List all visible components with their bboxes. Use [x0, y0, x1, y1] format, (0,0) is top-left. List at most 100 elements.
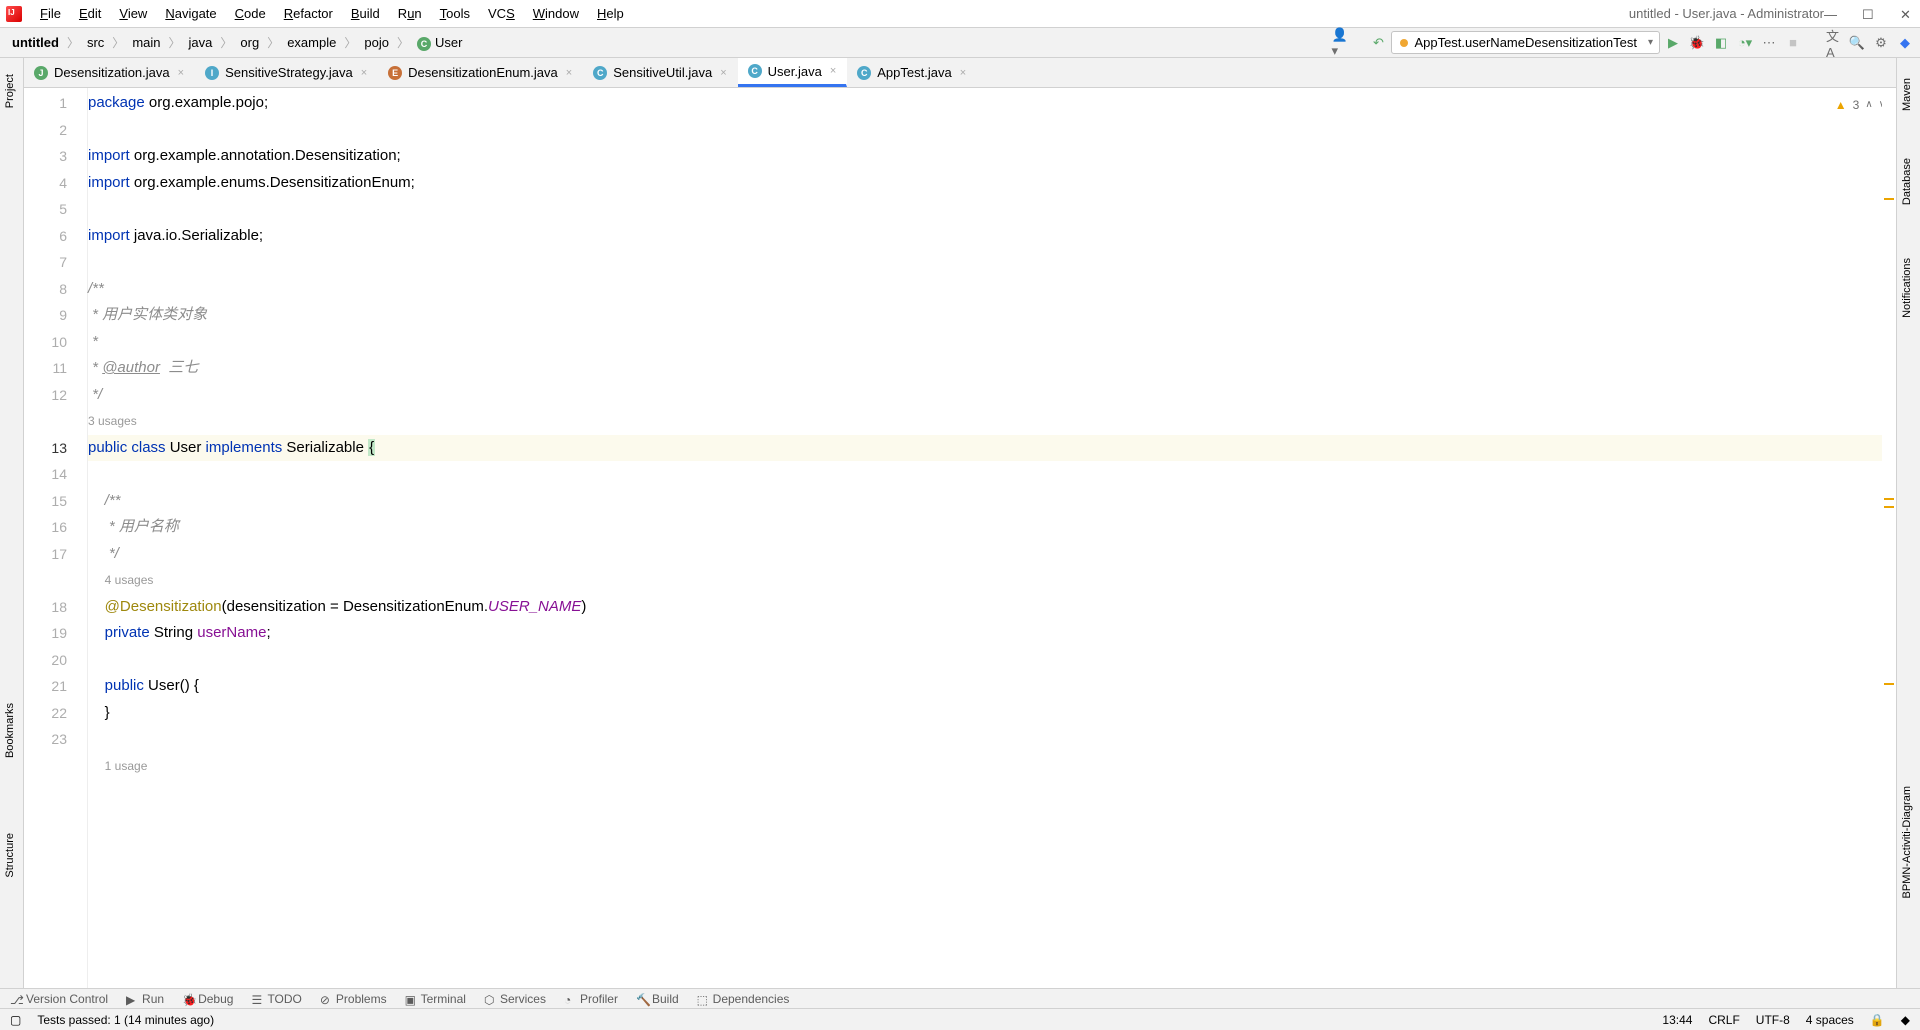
crumb-org[interactable]: org [236, 33, 263, 52]
tool-build[interactable]: 🔨Build [636, 992, 679, 1006]
tool-terminal[interactable]: ▣Terminal [405, 992, 466, 1006]
coverage-icon[interactable]: ◧ [1714, 36, 1728, 50]
code-line[interactable]: private String userName; [88, 620, 1896, 647]
line-number[interactable]: 18 [24, 594, 87, 621]
menu-navigate[interactable]: Navigate [157, 3, 224, 24]
menu-edit[interactable]: Edit [71, 3, 109, 24]
code-line[interactable] [88, 461, 1896, 488]
line-number[interactable]: 23 [24, 726, 87, 753]
tab-desensitizationenum[interactable]: E DesensitizationEnum.java × [378, 58, 583, 87]
editor[interactable]: 1 2 3 4 5 6 7 8 9 10 11 12 13 14 15 16 1… [24, 88, 1896, 988]
code-line[interactable]: public User() { [88, 673, 1896, 700]
debug-icon[interactable]: 🐞 [1690, 36, 1704, 50]
warning-mark[interactable] [1884, 198, 1894, 200]
line-number[interactable] [24, 753, 87, 780]
close-icon[interactable]: × [178, 67, 184, 79]
code-area[interactable]: ▲ 3 ∧ ∨ package org.example.pojo; import… [88, 88, 1896, 988]
file-encoding[interactable]: UTF-8 [1756, 1013, 1790, 1027]
code-line[interactable]: * [88, 329, 1896, 356]
crumb-main[interactable]: main [128, 33, 164, 52]
code-line[interactable]: */ [88, 382, 1896, 409]
line-number[interactable]: 4 [24, 170, 87, 197]
line-number[interactable]: 15 [24, 488, 87, 515]
error-stripe[interactable] [1882, 88, 1896, 988]
line-number[interactable]: 14 [24, 461, 87, 488]
tool-run[interactable]: ▶Run [126, 992, 164, 1006]
menu-view[interactable]: View [111, 3, 155, 24]
code-line[interactable] [88, 249, 1896, 276]
code-line[interactable]: * @author 三七 [88, 355, 1896, 382]
crumb-src[interactable]: src [83, 33, 108, 52]
tool-database[interactable]: Database [1897, 148, 1917, 215]
stop-icon[interactable]: ■ [1786, 36, 1800, 50]
tab-apptest[interactable]: C AppTest.java × [847, 58, 977, 87]
code-line[interactable]: import java.io.Serializable; [88, 223, 1896, 250]
line-number[interactable]: 16 [24, 514, 87, 541]
readonly-lock-icon[interactable]: 🔒 [1870, 1013, 1885, 1027]
menu-build[interactable]: Build [343, 3, 388, 24]
menu-refactor[interactable]: Refactor [276, 3, 341, 24]
menu-run[interactable]: Run [390, 3, 430, 24]
profile-icon[interactable]: ◔▾ [1738, 36, 1752, 50]
build-hammer-icon[interactable]: ↶ [1371, 36, 1385, 50]
code-line[interactable]: public class User implements Serializabl… [88, 435, 1896, 462]
line-number[interactable]: 2 [24, 117, 87, 144]
close-icon[interactable]: × [361, 67, 367, 79]
gutter[interactable]: 1 2 3 4 5 6 7 8 9 10 11 12 13 14 15 16 1… [24, 88, 88, 988]
maximize-button[interactable]: ☐ [1862, 7, 1876, 21]
caret-position[interactable]: 13:44 [1662, 1013, 1692, 1027]
line-number[interactable]: 22 [24, 700, 87, 727]
line-number[interactable] [24, 408, 87, 435]
code-line[interactable]: } [88, 700, 1896, 727]
usages-hint[interactable]: 1 usage [88, 753, 1896, 780]
tab-user[interactable]: C User.java × [738, 58, 848, 87]
user-icon[interactable]: 👤▾ [1331, 27, 1349, 59]
line-number[interactable]: 10 [24, 329, 87, 356]
line-number[interactable]: 7 [24, 249, 87, 276]
crumb-java[interactable]: java [185, 33, 217, 52]
usages-hint[interactable]: 3 usages [88, 408, 1896, 435]
tool-project[interactable]: Project [0, 64, 20, 118]
menu-code[interactable]: Code [227, 3, 274, 24]
code-line[interactable]: /** [88, 488, 1896, 515]
tool-version-control[interactable]: ⎇Version Control [10, 992, 108, 1006]
line-number[interactable]: 21 [24, 673, 87, 700]
tool-structure[interactable]: Structure [0, 823, 20, 888]
line-number[interactable]: 12 [24, 382, 87, 409]
crumb-project[interactable]: untitled [8, 33, 63, 52]
crumb-example[interactable]: example [283, 33, 340, 52]
tool-maven[interactable]: Maven [1897, 68, 1917, 121]
settings-icon[interactable]: ⚙ [1874, 36, 1888, 50]
chevron-up-icon[interactable]: ∧ [1865, 92, 1872, 119]
close-icon[interactable]: × [720, 67, 726, 79]
menu-file[interactable]: File [32, 3, 69, 24]
warning-mark[interactable] [1884, 498, 1894, 500]
crumb-pojo[interactable]: pojo [360, 33, 393, 52]
line-number[interactable]: 3 [24, 143, 87, 170]
code-line[interactable] [88, 647, 1896, 674]
search-icon[interactable]: 🔍 [1850, 36, 1864, 50]
ide-icon[interactable]: ◆ [1898, 36, 1912, 50]
code-line[interactable]: import org.example.enums.Desensitization… [88, 170, 1896, 197]
run-config-selector[interactable]: AppTest.userNameDesensitizationTest [1391, 31, 1660, 54]
close-icon[interactable]: × [960, 67, 966, 79]
tool-debug[interactable]: 🐞Debug [182, 992, 233, 1006]
code-line[interactable] [88, 196, 1896, 223]
code-line[interactable]: * 用户名称 [88, 514, 1896, 541]
tab-sensitiveutil[interactable]: C SensitiveUtil.java × [583, 58, 737, 87]
tool-notifications[interactable]: Notifications [1897, 248, 1917, 328]
tool-profiler[interactable]: ◔Profiler [564, 992, 618, 1006]
tool-bpmn[interactable]: BPMN-Activiti-Diagram [1897, 776, 1917, 908]
tool-bookmarks[interactable]: Bookmarks [0, 693, 20, 768]
line-number[interactable]: 11 [24, 355, 87, 382]
minimize-button[interactable]: — [1824, 7, 1838, 21]
line-number[interactable]: 17 [24, 541, 87, 568]
warning-mark[interactable] [1884, 506, 1894, 508]
line-number[interactable] [24, 567, 87, 594]
code-line[interactable]: * 用户实体类对象 [88, 302, 1896, 329]
menu-window[interactable]: Window [525, 3, 587, 24]
close-button[interactable]: ✕ [1900, 7, 1914, 21]
tool-dependencies[interactable]: ⬚Dependencies [697, 992, 790, 1006]
code-line[interactable]: /** [88, 276, 1896, 303]
line-number[interactable]: 8 [24, 276, 87, 303]
